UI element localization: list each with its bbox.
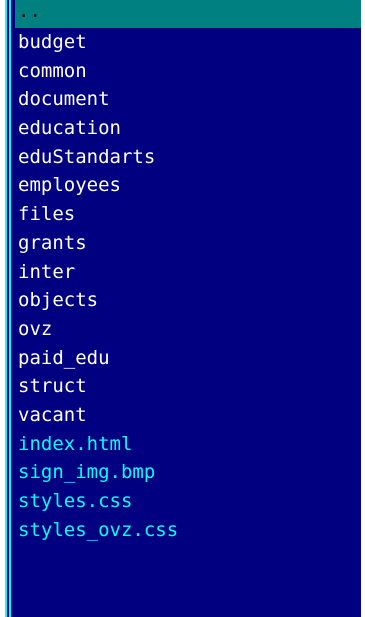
file-item-files[interactable]: files: [15, 200, 361, 229]
file-item-grants[interactable]: grants: [15, 229, 361, 258]
file-item-struct[interactable]: struct: [15, 372, 361, 401]
file-item-inter[interactable]: inter: [15, 258, 361, 287]
file-item-paid-edu[interactable]: paid_edu: [15, 344, 361, 373]
file-item-ovz[interactable]: ovz: [15, 315, 361, 344]
file-item-education[interactable]: education: [15, 114, 361, 143]
file-item-vacant[interactable]: vacant: [15, 401, 361, 430]
panel-frame-inner-line: [9, 0, 11, 617]
file-item-document[interactable]: document: [15, 85, 361, 114]
file-item-index-html[interactable]: index.html: [15, 430, 361, 459]
file-item-objects[interactable]: objects: [15, 286, 361, 315]
file-item-common[interactable]: common: [15, 57, 361, 86]
file-item-styles-css[interactable]: styles.css: [15, 487, 361, 516]
file-item-eduStandarts[interactable]: eduStandarts: [15, 143, 361, 172]
file-panel: .. budget common document education eduS…: [5, 0, 361, 617]
file-item-employees[interactable]: employees: [15, 171, 361, 200]
panel-frame-outer-line: [5, 0, 7, 617]
file-item-styles-ovz-css[interactable]: styles_ovz.css: [15, 516, 361, 545]
file-list: .. budget common document education eduS…: [15, 0, 361, 545]
file-item-budget[interactable]: budget: [15, 28, 361, 57]
file-item-parent-dir[interactable]: ..: [15, 0, 361, 28]
file-item-sign-img-bmp[interactable]: sign_img.bmp: [15, 458, 361, 487]
